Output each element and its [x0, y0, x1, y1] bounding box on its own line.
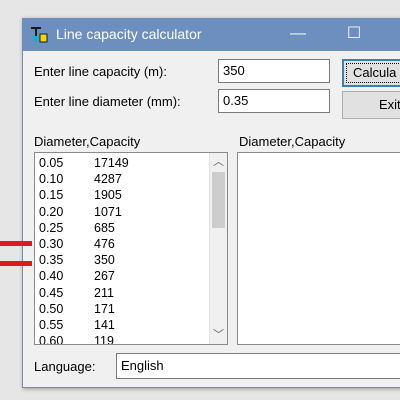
- minimize-button[interactable]: —: [281, 23, 315, 47]
- list-item[interactable]: 0.55 141: [35, 317, 227, 333]
- list-item-diameter: 0.10: [39, 172, 64, 187]
- list-item-diameter: 0.30: [39, 236, 64, 251]
- list-item-diameter: 0.35: [39, 253, 64, 268]
- list-item-diameter: 0.55: [39, 317, 64, 332]
- list-item[interactable]: 0.60 119: [35, 333, 227, 345]
- list-item-capacity: 4287: [94, 172, 122, 187]
- list-item-capacity: 171: [94, 301, 115, 316]
- scroll-down-icon[interactable]: ﹀: [210, 326, 227, 344]
- calculator-window: Line capacity calculator — ☐ Enter line …: [22, 18, 400, 388]
- list-item[interactable]: 0.15 1905: [35, 187, 227, 203]
- list-item-diameter: 0.50: [39, 301, 64, 316]
- results-list-secondary[interactable]: [237, 152, 400, 345]
- list-item-capacity: 17149: [94, 156, 129, 170]
- list-item-capacity: 476: [94, 236, 115, 251]
- window-title: Line capacity calculator: [56, 26, 202, 42]
- list-item[interactable]: 0.35 350: [35, 252, 227, 268]
- list-item-capacity: 267: [94, 269, 115, 284]
- scroll-thumb[interactable]: [212, 172, 225, 228]
- list-item-capacity: 1071: [94, 204, 122, 219]
- list-item-capacity: 685: [94, 220, 115, 235]
- exit-button-label: Exit: [379, 97, 400, 112]
- list-item-capacity: 119: [94, 334, 114, 345]
- diameter-label: Enter line diameter (mm):: [34, 94, 181, 109]
- language-select[interactable]: English: [116, 353, 400, 379]
- focus-rectangle: [346, 63, 400, 83]
- marker-line-0-35: [0, 261, 32, 266]
- list-item[interactable]: 0.30 476: [35, 236, 227, 252]
- list-item[interactable]: 0.25 685: [35, 220, 227, 236]
- list-item-diameter: 0.05: [39, 156, 64, 170]
- exit-button[interactable]: Exit: [342, 91, 400, 119]
- capacity-input[interactable]: 350: [218, 59, 330, 83]
- marker-line-0-30: [0, 241, 32, 246]
- list-item-capacity: 1905: [94, 188, 122, 203]
- right-list-header: Diameter,Capacity: [239, 134, 346, 149]
- app-icon: [31, 27, 48, 43]
- language-label: Language:: [34, 359, 96, 374]
- list-item[interactable]: 0.05 17149: [35, 155, 227, 171]
- list-item-diameter: 0.60: [39, 334, 64, 345]
- maximize-button[interactable]: ☐: [337, 23, 371, 47]
- list-item-capacity: 350: [94, 253, 115, 268]
- results-list-scrollbar[interactable]: ︿ ﹀: [209, 153, 227, 344]
- title-bar[interactable]: Line capacity calculator — ☐: [23, 19, 400, 51]
- list-item-capacity: 141: [94, 317, 115, 332]
- list-item-diameter: 0.40: [39, 269, 64, 284]
- list-item-diameter: 0.15: [39, 188, 64, 203]
- list-item[interactable]: 0.10 4287: [35, 171, 227, 187]
- list-item-diameter: 0.45: [39, 285, 64, 300]
- capacity-label: Enter line capacity (m):: [34, 64, 167, 79]
- list-item-capacity: 211: [94, 285, 114, 300]
- list-item[interactable]: 0.40 267: [35, 268, 227, 284]
- calculate-button[interactable]: Calcula: [342, 59, 400, 87]
- list-item[interactable]: 0.45 211: [35, 285, 227, 301]
- scroll-up-icon[interactable]: ︿: [210, 153, 227, 171]
- left-list-header: Diameter,Capacity: [34, 134, 141, 149]
- results-list[interactable]: 0.05 17149 0.10 4287 0.15 1905 0.20 1071 0.25 685…: [34, 152, 228, 345]
- list-item[interactable]: 0.20 1071: [35, 204, 227, 220]
- diameter-input[interactable]: 0.35: [218, 89, 330, 113]
- results-list-rows: 0.05 17149 0.10 4287 0.15 1905 0.20 1071 0.25 685…: [35, 153, 227, 345]
- list-item-diameter: 0.25: [39, 220, 64, 235]
- list-item[interactable]: 0.50 171: [35, 301, 227, 317]
- list-item-diameter: 0.20: [39, 204, 64, 219]
